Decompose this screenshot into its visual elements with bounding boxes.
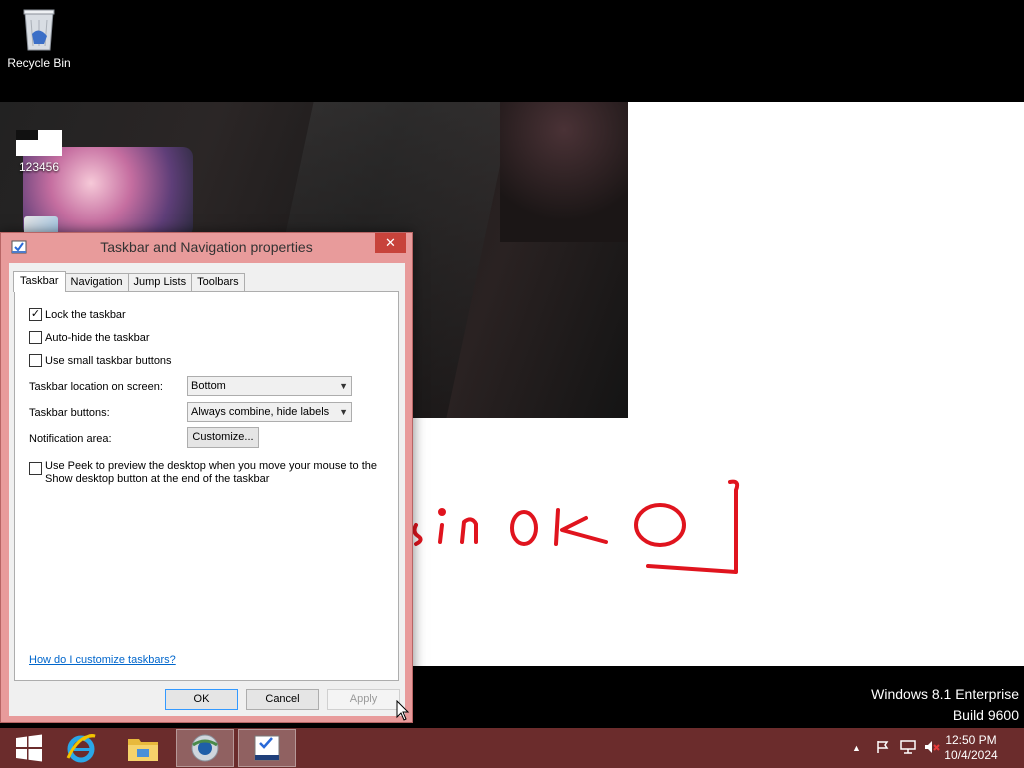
peek-option[interactable]: Use Peek to preview the desktop when you… [29,460,389,486]
taskbar-tab-panel: ✓ Lock the taskbar Auto-hide the taskbar… [14,291,399,681]
autohide-taskbar-option[interactable]: Auto-hide the taskbar [29,331,150,344]
taskbar-properties-icon [254,735,280,761]
recycle-bin-icon [23,9,55,51]
taskbar-buttons-value: Always combine, hide labels [191,406,330,418]
network-icon[interactable] [900,740,916,754]
os-build: Build 9600 [952,707,1019,723]
wallpaper-shade [500,102,628,242]
desktop-icon-123456[interactable]: 123456 [0,130,78,174]
location-value: Bottom [191,380,226,392]
peek-checkbox[interactable] [29,462,42,475]
taskbar-file-explorer[interactable] [114,729,172,767]
autohide-taskbar-checkbox[interactable] [29,331,42,344]
dialog-body: Taskbar Navigation Jump Lists Toolbars ✓… [9,263,405,716]
autohide-taskbar-label: Auto-hide the taskbar [45,331,150,344]
chevron-down-icon: ▼ [339,381,348,391]
mouse-cursor-icon [396,700,410,721]
notification-tray: ▲ 12:50 PM 10/4/2024 [844,728,1024,768]
small-buttons-label: Use small taskbar buttons [45,354,172,367]
close-button[interactable]: ✕ [375,233,406,253]
location-dropdown[interactable]: Bottom ▼ [187,376,352,396]
desktop-icon-recycle-bin[interactable]: Recycle Bin [0,6,78,70]
dialog-title: Taskbar and Navigation properties [100,239,313,255]
windows-logo-icon [16,734,42,762]
tab-jump-lists[interactable]: Jump Lists [127,273,193,292]
handwriting-drawing: sinoko [412,479,740,574]
notification-area-label: Notification area: [29,433,112,445]
small-buttons-option[interactable]: Use small taskbar buttons [29,354,172,367]
lock-taskbar-checkbox[interactable]: ✓ [29,308,42,321]
help-link[interactable]: How do I customize taskbars? [29,654,176,666]
customize-button[interactable]: Customize... [187,427,259,448]
close-icon: ✕ [385,235,396,250]
apply-button[interactable]: Apply [327,689,400,710]
dialog-titlebar[interactable]: Taskbar and Navigation properties ✕ [1,233,412,261]
browser-globe-icon [191,734,219,762]
peek-label-line: Use Peek to preview the desktop when you… [45,460,378,472]
desktop-icon-label: Recycle Bin [7,56,71,70]
small-buttons-checkbox[interactable] [29,354,42,367]
file-icon [16,130,62,156]
start-button[interactable] [0,729,58,767]
peek-label-line: Show desktop button at the end of the ta… [45,473,270,485]
folder-icon [128,739,158,761]
os-watermark: Windows 8.1 Enterprise Build 9600 [871,684,1019,726]
internet-explorer-icon [66,734,96,763]
cancel-button[interactable]: Cancel [246,689,319,710]
system-clock[interactable]: 12:50 PM 10/4/2024 [936,733,1006,763]
chevron-down-icon: ▼ [339,407,348,417]
ok-button[interactable]: OK [165,689,238,710]
taskbar-buttons-label: Taskbar buttons: [29,407,110,419]
tab-strip: Taskbar Navigation Jump Lists Toolbars [13,271,245,292]
location-label: Taskbar location on screen: [29,381,163,393]
taskbar-browser[interactable] [176,729,234,767]
os-edition: Windows 8.1 Enterprise [871,686,1019,702]
tab-taskbar[interactable]: Taskbar [13,271,66,292]
lock-taskbar-option[interactable]: ✓ Lock the taskbar [29,308,126,321]
clock-time: 12:50 PM [945,733,997,747]
lock-taskbar-label: Lock the taskbar [45,308,126,321]
tab-navigation[interactable]: Navigation [64,273,129,292]
clock-date: 10/4/2024 [944,748,998,762]
action-center-flag-icon[interactable] [876,740,890,754]
taskbar-internet-explorer[interactable] [52,729,110,767]
tab-toolbars[interactable]: Toolbars [191,273,245,292]
taskbar: ▲ 12:50 PM 10/4/2024 [0,728,1024,768]
taskbar-properties-button[interactable] [238,729,296,767]
peek-label: Use Peek to preview the desktop when you… [45,460,377,486]
taskbar-buttons-dropdown[interactable]: Always combine, hide labels ▼ [187,402,352,422]
taskbar-properties-dialog: Taskbar and Navigation properties ✕ Task… [0,232,413,723]
show-hidden-icons-icon[interactable]: ▲ [852,743,861,753]
desktop-icon-label: 123456 [18,160,60,174]
